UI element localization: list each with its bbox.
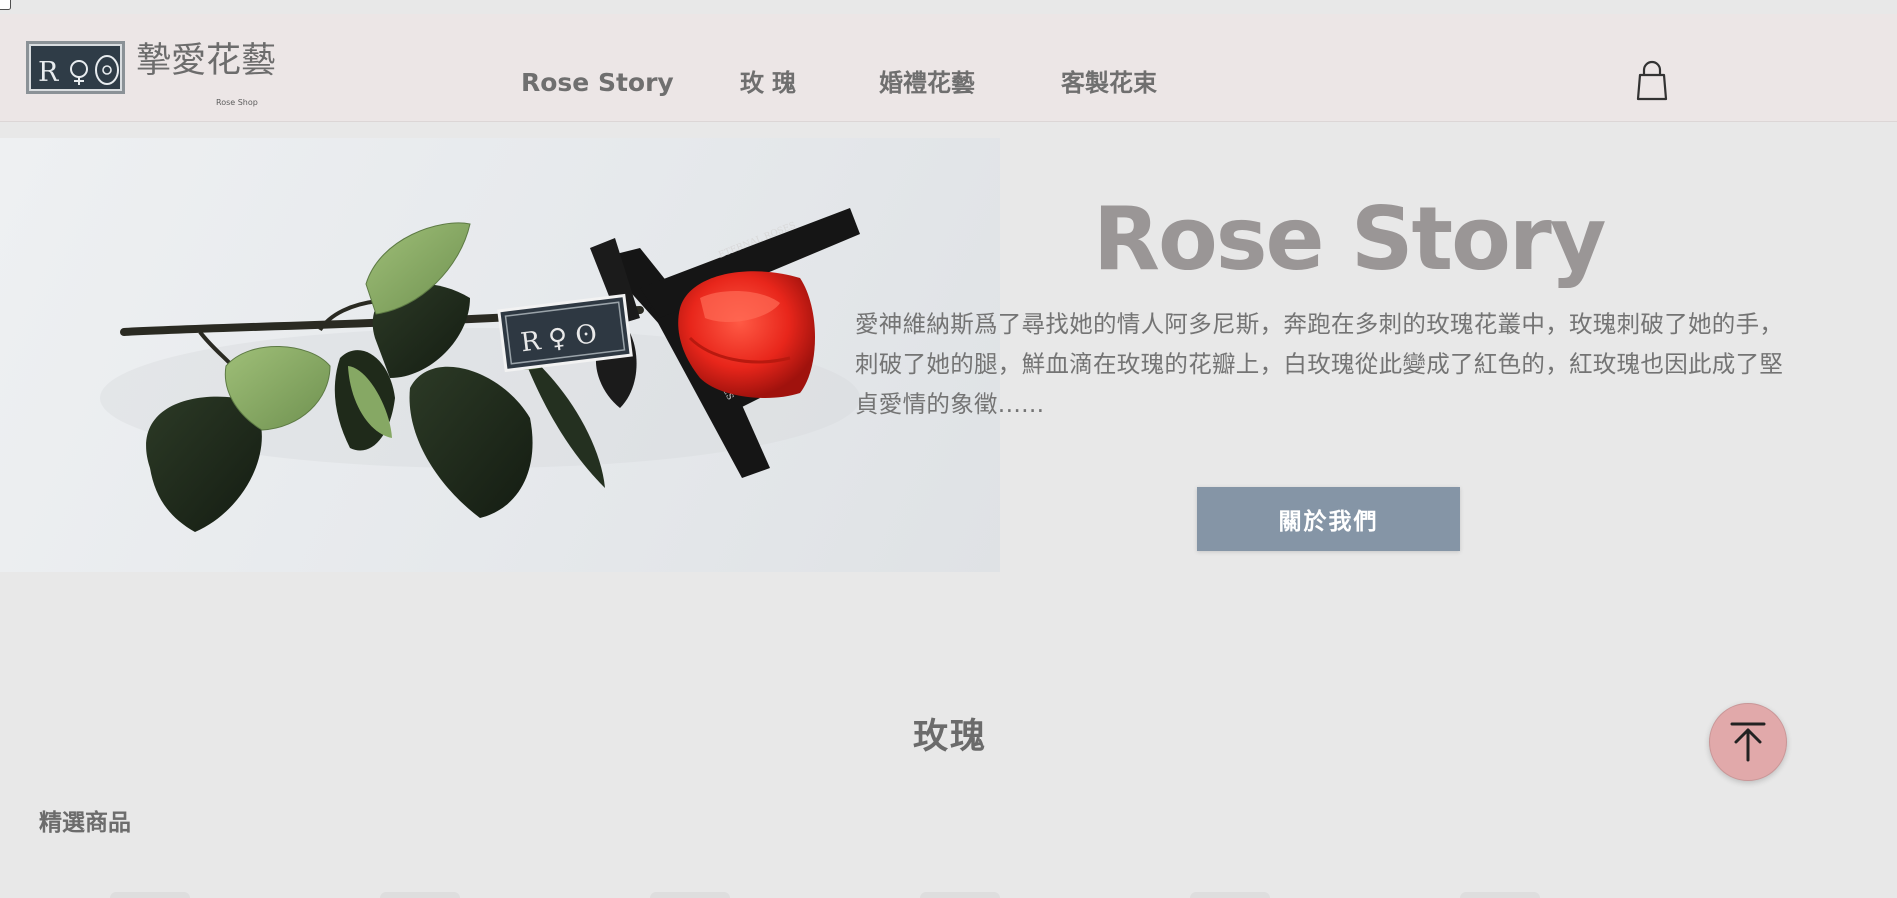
- nav-custom-bouquet[interactable]: 客製花束: [1061, 61, 1157, 105]
- section-title: 玫瑰: [913, 717, 988, 757]
- product-card-top: [1460, 892, 1540, 898]
- product-card-top: [1190, 892, 1270, 898]
- nav-rose[interactable]: 玫瑰: [740, 61, 804, 105]
- about-us-button[interactable]: 關於我們: [1197, 487, 1460, 551]
- hero-title: Rose Story: [1093, 188, 1606, 290]
- site-logo[interactable]: R 摯愛花藝 Rose Shop: [26, 41, 276, 113]
- logo-monogram-box: R: [26, 41, 125, 94]
- product-card-top: [650, 892, 730, 898]
- arrow-up-icon: [1730, 722, 1766, 762]
- logo-monogram-icon: R: [38, 55, 119, 88]
- logo-subtitle: Rose Shop: [216, 98, 258, 107]
- product-card-top: [380, 892, 460, 898]
- back-to-top-button[interactable]: [1709, 703, 1787, 781]
- page-checkbox[interactable]: [0, 0, 11, 10]
- svg-text:R: R: [38, 57, 59, 88]
- hero-description: 愛神維納斯爲了尋找她的情人阿多尼斯，奔跑在多刺的玫瑰花叢中，玫瑰刺破了她的手，刺…: [855, 310, 1784, 418]
- shopping-bag-icon[interactable]: [1634, 60, 1670, 102]
- hero-rose-image: ETERNAL ROSES ETERNAL ROSES R ♀ ʘ: [0, 138, 1000, 572]
- rose-illustration: ETERNAL ROSES ETERNAL ROSES R ♀ ʘ: [100, 208, 860, 532]
- nav-rose-story[interactable]: Rose Story: [521, 61, 674, 105]
- product-card-top: [110, 892, 190, 898]
- product-card-top: [920, 892, 1000, 898]
- featured-products-heading: 精選商品: [39, 810, 131, 836]
- site-header: R 摯愛花藝 Rose Shop Rose Story 玫瑰 婚禮花藝 客製花束: [0, 14, 1897, 122]
- logo-name: 摯愛花藝: [136, 41, 277, 81]
- nav-wedding-floral[interactable]: 婚禮花藝: [879, 61, 975, 105]
